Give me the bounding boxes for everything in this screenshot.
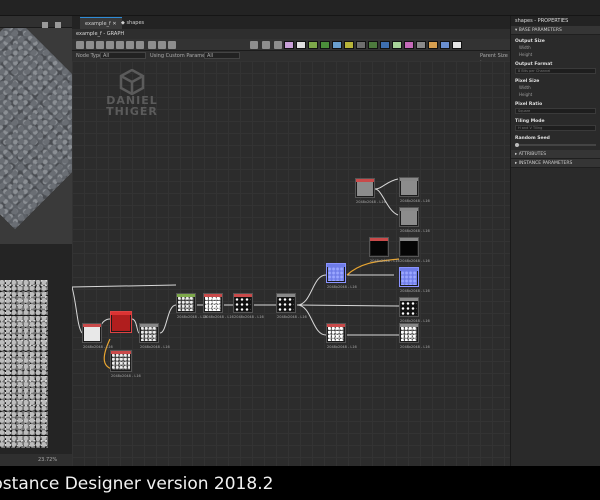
properties-panel: shapes - PROPERTIES ▾ BASE PARAMETERS Ou… [510,16,600,466]
graph-node-noise-1[interactable]: 2048x2048 - L16 [110,350,141,378]
comment-icon[interactable] [148,41,156,49]
node-library-input-icon[interactable] [416,41,426,49]
node-library-warp-icon[interactable] [368,41,378,49]
params-select[interactable]: All [204,52,240,59]
node-library-text-icon[interactable] [452,41,462,49]
pixel-ratio-select[interactable]: Square [515,108,596,114]
section-base-parameters[interactable]: ▾ BASE PARAMETERS [511,26,600,35]
output-format-select[interactable]: 8 Bits per Channel [515,68,596,74]
graph-node-noise-4[interactable]: 2048x2048 - L16 [203,293,234,319]
node-library-levels-icon[interactable] [308,41,318,49]
graph-node-red[interactable] [110,311,132,333]
graph-node-black-2[interactable]: 2048x2048 - L16 [399,237,430,263]
tiling-mode-label: Tiling Mode [515,119,545,124]
share-icon[interactable] [126,41,134,49]
video-caption-bar: bstance Designer version 2018.2 [0,466,600,500]
output-format-label: Output Format [515,62,553,67]
pin-icon[interactable] [158,41,166,49]
node-type-select[interactable]: All [100,52,146,59]
3d-view-header [0,16,72,47]
grid-icon[interactable] [274,41,282,49]
node-library-hsl-icon[interactable] [344,41,354,49]
node-library-output-icon[interactable] [404,41,414,49]
node-library-blur-icon[interactable] [356,41,366,49]
2d-view-statusbar: 23.72% [0,454,72,466]
zoom-level: 23.72% [38,457,58,463]
graph-node-dark-1[interactable]: 2048x2048 - L16 [233,293,264,319]
node-library-curve-icon[interactable] [320,41,330,49]
graph-icon: ◆ [121,20,125,26]
width-label: Width [519,45,531,50]
pixel-size-label: Pixel Size [515,79,540,84]
caption-text: bstance Designer version 2018.2 [0,474,274,494]
node-library-transform-icon[interactable] [392,41,402,49]
3d-view[interactable] [0,28,72,244]
node-links [72,178,400,370]
filter-bar: Node Type All Using Custom Parameters Al… [72,51,510,65]
random-seed-slider[interactable] [515,143,596,147]
left-viewports: 23.72% [0,16,72,466]
fork-icon[interactable] [262,41,270,49]
graph-canvas[interactable]: DANIEL THIGER 2048x2048 - L16 2048x2048 … [72,61,510,466]
link-icon[interactable] [116,41,124,49]
2d-view[interactable] [0,244,72,454]
node-library-blend-icon[interactable] [296,41,306,49]
tiling-mode-select[interactable]: H and V Tiling [515,125,596,131]
graph-node-grey-3[interactable]: 2048x2048 - L16 [399,207,430,233]
graph-node-noise-5[interactable]: 2048x2048 - L16 [326,323,357,349]
graph-tabs: example_f ✕ ◆ shapes [72,16,510,29]
graph-panel: example_f ✕ ◆ shapes example_f - GRAPH N… [72,16,510,466]
node-library-pixel-icon[interactable] [440,41,450,49]
slider-handle[interactable] [515,143,519,147]
node-library-normal-icon[interactable] [380,41,390,49]
graph-title: example_f - GRAPH [72,29,510,39]
2d-texture-preview [0,280,48,448]
frame-icon[interactable] [86,41,94,49]
graph-node-dark-2[interactable]: 2048x2048 - L16 [276,293,307,319]
graph-node-white[interactable]: 2048x2048 - L16 [82,323,113,349]
graph-node-black-1[interactable]: 2048x2048 - L16 [369,237,400,263]
graph-node-grey-1[interactable]: 2048x2048 - L16 [355,178,386,204]
graph-node-noise-6[interactable]: 2048x2048 - L16 [399,323,430,349]
height-label: Height [519,52,533,57]
width-label: Width [519,85,531,90]
node-library-uniform-icon[interactable] [284,41,294,49]
node-library-fxmap-icon[interactable] [428,41,438,49]
3d-preview-mesh [0,28,72,230]
height-label: Height [519,92,533,97]
random-seed-label: Random Seed [515,136,550,141]
graph-node-dark-3[interactable]: 2048x2048 - L16 [399,297,430,323]
camera-icon[interactable] [96,41,104,49]
section-instance-parameters[interactable]: ▸ INSTANCE PARAMETERS [511,159,600,168]
graph-node-normal-1[interactable]: 2048x2048 - L16 [326,263,357,289]
graph-node-noise-3[interactable]: 2048x2048 - L16 [176,293,207,319]
graph-toolbar [72,39,510,51]
graph-node-normal-2[interactable]: 2048x2048 - L16 [399,267,430,293]
align-icon[interactable] [136,41,144,49]
layout-icon[interactable] [168,41,176,49]
pointer-icon[interactable] [76,41,84,49]
properties-title: shapes - PROPERTIES [511,16,600,26]
graph-node-noise-2[interactable]: 2048x2048 - L16 [139,323,170,349]
tab-shapes[interactable]: ◆ shapes [116,17,149,29]
expand-icon[interactable] [250,41,258,49]
top-menu-strip [0,0,600,16]
graph-node-grey-2[interactable]: 2048x2048 - L16 [399,177,430,203]
info-icon[interactable] [106,41,114,49]
node-library-gradient-icon[interactable] [332,41,342,49]
pixel-ratio-label: Pixel Ratio [515,102,543,107]
output-size-label: Output Size [515,39,545,44]
section-attributes[interactable]: ▸ ATTRIBUTES [511,150,600,159]
